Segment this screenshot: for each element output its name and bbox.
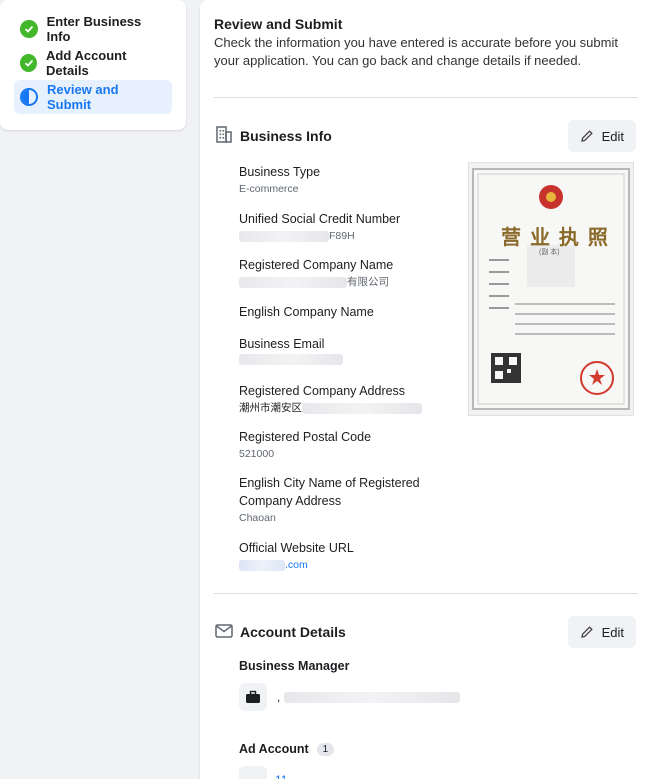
license-title: 营 业 执 照	[501, 225, 609, 249]
field-value	[239, 354, 449, 365]
account-details-header: Account Details Edit	[214, 616, 638, 648]
field-value: 521000	[239, 447, 449, 461]
field-website: Official Website URL .com	[239, 539, 449, 572]
business-license-image: 营 业 执 照 (副 本)	[468, 162, 634, 416]
review-panel: Review and Submit Check the information …	[200, 0, 652, 779]
ad-account-row: 11	[239, 766, 287, 779]
edit-label: Edit	[601, 128, 624, 144]
field-value[interactable]: .com	[239, 558, 449, 572]
ad-account-count-badge: 1	[316, 742, 335, 756]
redacted-blur	[239, 354, 343, 365]
ad-account-label-text: Ad Account	[239, 742, 309, 756]
step-add-account-details[interactable]: Add Account Details	[14, 46, 172, 80]
field-label: Registered Company Name	[239, 258, 394, 272]
field-business-email: Business Email	[239, 335, 449, 365]
briefcase-icon	[239, 683, 267, 711]
pencil-icon	[580, 129, 594, 143]
field-postal-code: Registered Postal Code 521000	[239, 428, 449, 461]
edit-business-info-button[interactable]: Edit	[567, 120, 636, 152]
business-manager-label: Business Manager	[239, 659, 350, 673]
field-english-city: English City Name of Registered Company …	[239, 474, 439, 525]
business-info-header: Business Info Edit	[214, 120, 638, 152]
ad-account-label: Ad Account 1	[239, 742, 335, 756]
step-review-and-submit[interactable]: Review and Submit	[14, 80, 172, 114]
envelope-briefcase-icon	[214, 621, 234, 644]
field-label: English Company Name	[239, 305, 374, 319]
postal-value: 521000	[239, 448, 275, 460]
company-name-value: 有限公司	[347, 276, 389, 288]
website-link[interactable]: .com	[285, 558, 308, 572]
divider	[214, 593, 638, 594]
step-label: Enter Business Info	[46, 14, 142, 44]
building-icon	[214, 125, 234, 148]
field-label: Unified Social Credit Number	[239, 212, 401, 226]
field-label: Business Type	[239, 165, 321, 179]
pencil-icon	[580, 625, 594, 639]
license-subtitle: (副 本)	[539, 249, 560, 256]
redacted-blur	[239, 559, 285, 571]
check-circle-icon	[20, 54, 38, 72]
field-english-name: English Company Name	[239, 303, 449, 321]
half-circle-icon	[20, 88, 38, 106]
field-label: Registered Postal Code	[239, 430, 372, 444]
step-label: Review and Submit	[46, 82, 119, 112]
field-value: F89H	[239, 229, 449, 243]
section-title: Account Details	[240, 624, 346, 640]
field-business-type: Business Type E-commerce	[239, 163, 449, 196]
field-label: English City Name of Registered Company …	[239, 476, 420, 508]
field-company-name: Registered Company Name 有限公司	[239, 256, 449, 289]
step-label: Add Account Details	[46, 48, 127, 78]
field-value: 有限公司	[239, 275, 449, 289]
check-circle-icon	[20, 20, 38, 38]
business-manager-name: ,	[277, 690, 461, 704]
edit-label: Edit	[601, 624, 624, 640]
business-manager-value: ,	[277, 690, 281, 704]
step-enter-business-info[interactable]: Enter Business Info	[14, 12, 172, 46]
field-credit-number: Unified Social Credit Number F89H	[239, 210, 449, 243]
ad-account-icon	[239, 766, 267, 779]
field-value: E-commerce	[239, 182, 449, 196]
field-value: Chaoan	[239, 511, 439, 525]
business-type-value: E-commerce	[239, 183, 299, 195]
redacted-blur	[302, 402, 422, 414]
ad-account-id[interactable]: 11	[275, 773, 287, 779]
field-label: Registered Company Address	[239, 384, 406, 398]
redacted-blur	[239, 276, 347, 288]
address-value: 潮州市潮安区	[239, 402, 302, 414]
section-title: Business Info	[240, 128, 332, 144]
field-label: Business Email	[239, 337, 325, 351]
english-city-value: Chaoan	[239, 512, 276, 524]
page-subtitle: Check the information you have entered i…	[214, 35, 618, 68]
redacted-blur	[284, 691, 461, 703]
field-value: 潮州市潮安区	[239, 401, 459, 415]
progress-stepper: Enter Business Info Add Account Details …	[0, 0, 186, 130]
divider	[214, 97, 638, 98]
page-title: Review and Submit	[214, 16, 343, 32]
field-company-address: Registered Company Address 潮州市潮安区	[239, 382, 459, 415]
business-manager-row: ,	[239, 683, 461, 711]
credit-number-value: F89H	[329, 230, 355, 242]
edit-account-details-button[interactable]: Edit	[567, 616, 636, 648]
field-label: Official Website URL	[239, 541, 354, 555]
redacted-blur	[239, 230, 329, 242]
